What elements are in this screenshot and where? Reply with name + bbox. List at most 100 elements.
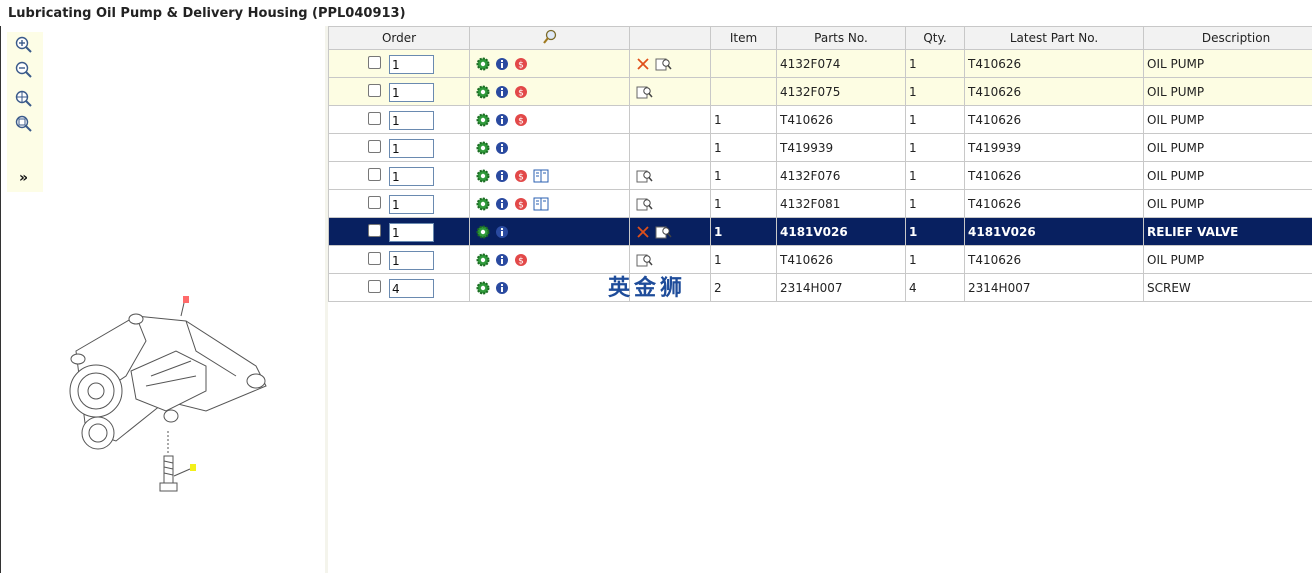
row-checkbox[interactable] <box>368 112 381 125</box>
price-icon[interactable]: $ <box>514 57 528 71</box>
where-used-icon[interactable] <box>655 57 673 71</box>
gear-icon[interactable] <box>476 113 490 127</box>
table-row[interactable]: 22314H00742314H007SCREW <box>328 273 1312 302</box>
where-used-icon[interactable] <box>636 253 654 267</box>
latest-part-no-cell[interactable]: T410626 <box>964 49 1144 78</box>
links-cell <box>629 133 711 162</box>
info-icon[interactable] <box>495 85 509 99</box>
order-quantity-input[interactable] <box>389 195 434 214</box>
expand-panel-button[interactable]: » <box>19 170 28 186</box>
parts-no-cell[interactable]: 2314H007 <box>776 273 906 302</box>
zoom-window-icon[interactable] <box>15 115 35 135</box>
table-row[interactable]: $1T4106261T410626OIL PUMP <box>328 245 1312 274</box>
zoom-fit-icon[interactable] <box>15 90 35 110</box>
row-checkbox[interactable] <box>368 168 381 181</box>
table-row[interactable]: $14132F0761T410626OIL PUMP <box>328 161 1312 190</box>
search-icon[interactable] <box>542 29 558 48</box>
price-icon[interactable]: $ <box>514 169 528 183</box>
info-icon[interactable] <box>495 281 509 295</box>
parts-no-cell[interactable]: T419939 <box>776 133 906 162</box>
where-used-icon[interactable] <box>636 197 654 211</box>
info-icon[interactable] <box>495 141 509 155</box>
exploded-view-diagram[interactable] <box>56 281 286 511</box>
where-used-icon[interactable] <box>655 225 673 239</box>
row-checkbox[interactable] <box>368 280 381 293</box>
order-quantity-input[interactable] <box>389 167 434 186</box>
order-quantity-input[interactable] <box>389 251 434 270</box>
col-item[interactable]: Item <box>710 26 777 50</box>
table-row[interactable]: $1T4106261T410626OIL PUMP <box>328 105 1312 134</box>
parts-no-cell[interactable]: 4132F081 <box>776 189 906 218</box>
order-quantity-input[interactable] <box>389 55 434 74</box>
latest-part-no-cell[interactable]: T410626 <box>964 105 1144 134</box>
price-icon[interactable]: $ <box>514 253 528 267</box>
parts-no-cell[interactable]: T410626 <box>776 245 906 274</box>
gear-icon[interactable] <box>476 197 490 211</box>
table-row[interactable]: $14132F0811T410626OIL PUMP <box>328 189 1312 218</box>
callout-marker-1[interactable] <box>183 296 189 303</box>
order-quantity-input[interactable] <box>389 111 434 130</box>
info-icon[interactable] <box>495 57 509 71</box>
order-quantity-input[interactable] <box>389 83 434 102</box>
delete-icon[interactable] <box>636 57 650 71</box>
gear-icon[interactable] <box>476 85 490 99</box>
col-parts-no[interactable]: Parts No. <box>776 26 906 50</box>
row-checkbox[interactable] <box>368 252 381 265</box>
parts-no-cell[interactable]: 4181V026 <box>776 217 906 246</box>
order-quantity-input[interactable] <box>389 139 434 158</box>
latest-part-no-cell[interactable]: 2314H007 <box>964 273 1144 302</box>
actions-cell <box>469 217 630 246</box>
col-order[interactable]: Order <box>328 26 470 50</box>
col-qty[interactable]: Qty. <box>905 26 965 50</box>
gear-icon[interactable] <box>476 253 490 267</box>
price-icon[interactable]: $ <box>514 113 528 127</box>
row-checkbox[interactable] <box>368 224 381 237</box>
latest-part-no-cell[interactable]: T410626 <box>964 189 1144 218</box>
latest-part-no-cell[interactable]: T410626 <box>964 161 1144 190</box>
zoom-in-icon[interactable] <box>15 36 35 56</box>
order-quantity-input[interactable] <box>389 223 434 242</box>
parts-no-cell[interactable]: 4132F074 <box>776 49 906 78</box>
gear-icon[interactable] <box>476 169 490 183</box>
table-row[interactable]: 14181V02614181V026RELIEF VALVE <box>328 217 1312 246</box>
price-icon[interactable]: $ <box>514 197 528 211</box>
info-icon[interactable] <box>495 197 509 211</box>
order-quantity-input[interactable] <box>389 279 434 298</box>
table-row[interactable]: $4132F0741T410626OIL PUMP <box>328 49 1312 78</box>
latest-part-no-cell[interactable]: 4181V026 <box>964 217 1144 246</box>
callout-marker-2[interactable] <box>190 464 196 471</box>
parts-no-cell[interactable]: T410626 <box>776 105 906 134</box>
info-icon[interactable] <box>495 113 509 127</box>
col-search[interactable] <box>469 26 630 50</box>
latest-part-no-cell[interactable]: T410626 <box>964 245 1144 274</box>
table-row[interactable]: $4132F0751T410626OIL PUMP <box>328 77 1312 106</box>
actions-cell <box>469 273 630 302</box>
info-icon[interactable] <box>495 225 509 239</box>
gear-icon[interactable] <box>476 281 490 295</box>
zoom-out-icon[interactable] <box>15 61 35 81</box>
info-icon[interactable] <box>495 169 509 183</box>
price-icon[interactable]: $ <box>514 85 528 99</box>
parts-no-cell[interactable]: 4132F075 <box>776 77 906 106</box>
where-used-icon[interactable] <box>636 85 654 99</box>
gear-icon[interactable] <box>476 141 490 155</box>
table-header: Order Item Parts No. Qty. Latest Part No… <box>328 26 1312 50</box>
delete-icon[interactable] <box>636 225 650 239</box>
row-checkbox[interactable] <box>368 56 381 69</box>
latest-part-no-cell[interactable]: T419939 <box>964 133 1144 162</box>
row-checkbox[interactable] <box>368 196 381 209</box>
where-used-icon[interactable] <box>636 169 654 183</box>
info-icon[interactable] <box>495 253 509 267</box>
col-latest-part-no[interactable]: Latest Part No. <box>964 26 1144 50</box>
gear-icon[interactable] <box>476 57 490 71</box>
table-row[interactable]: 1T4199391T419939OIL PUMP <box>328 133 1312 162</box>
row-checkbox[interactable] <box>368 84 381 97</box>
book-icon[interactable] <box>533 169 549 183</box>
parts-no-cell[interactable]: 4132F076 <box>776 161 906 190</box>
col-description[interactable]: Description <box>1143 26 1312 50</box>
gear-icon[interactable] <box>476 225 490 239</box>
latest-part-no-cell[interactable]: T410626 <box>964 77 1144 106</box>
links-cell <box>629 105 711 134</box>
book-icon[interactable] <box>533 197 549 211</box>
row-checkbox[interactable] <box>368 140 381 153</box>
